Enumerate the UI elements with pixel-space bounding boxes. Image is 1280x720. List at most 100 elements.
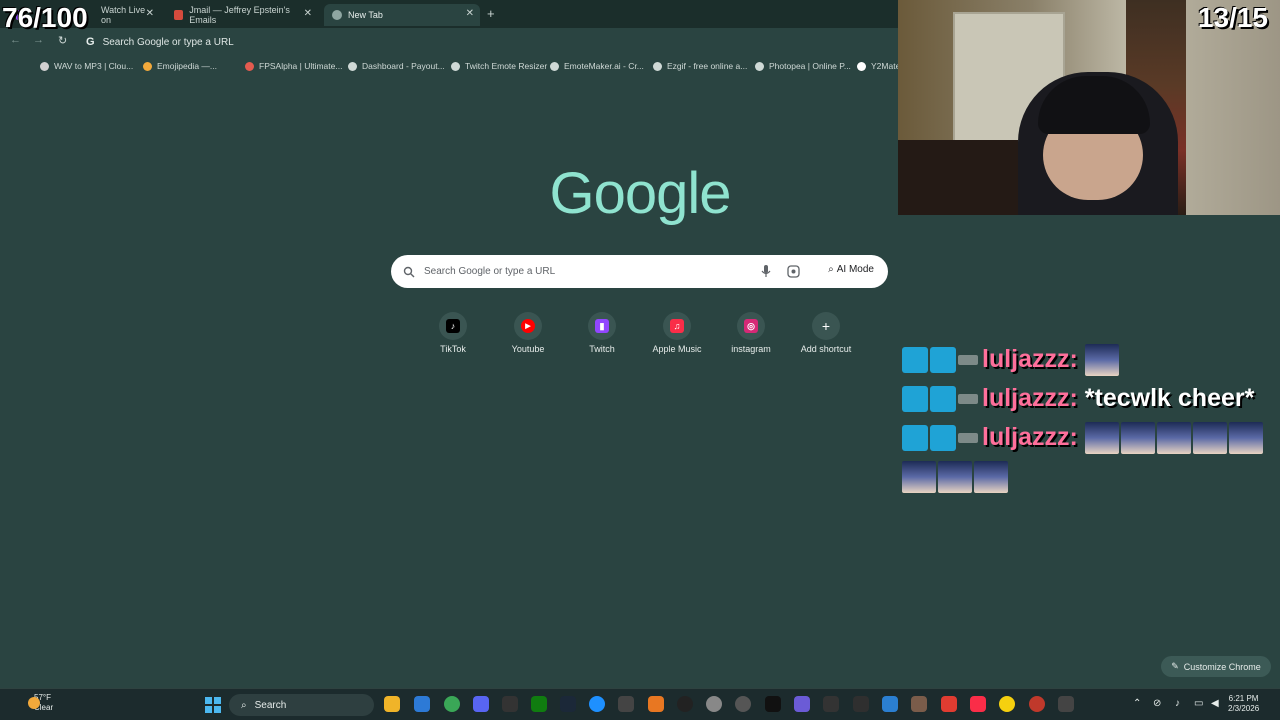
obs-icon[interactable] (677, 696, 693, 712)
bookmark-label: Emojipedia —... (157, 61, 217, 71)
chat-badges (902, 386, 978, 413)
shortcut-label: Youtube (511, 344, 545, 354)
game-icon[interactable] (911, 696, 927, 712)
app-icon[interactable] (1058, 696, 1074, 712)
shortcut-apple-music[interactable]: ♫ Apple Music (640, 312, 714, 354)
twitch-icon: ▮ (595, 319, 609, 333)
chat-message: luljazzz: *tecwlk cheer* (902, 379, 1277, 418)
chevron-up-icon[interactable]: ⌃ (1133, 698, 1141, 709)
discord-icon[interactable] (473, 696, 489, 712)
google-lens-icon[interactable] (787, 265, 800, 278)
valorant-icon[interactable] (1029, 696, 1045, 712)
address-bar[interactable]: G Search Google or type a URL (80, 31, 892, 53)
chat-username: luljazzz: (982, 384, 1078, 412)
bookmark-item[interactable]: Photopea | Online P... (755, 61, 851, 71)
app-icon[interactable] (648, 696, 664, 712)
bookmark-icon (348, 61, 357, 71)
ntp-search-box[interactable]: ⌕ AI Mode (391, 255, 888, 288)
bookmark-item[interactable]: Y2Mate (857, 61, 900, 71)
bookmark-item[interactable]: FPSAlpha | Ultimate... (245, 61, 342, 71)
ntp-search-input[interactable] (424, 266, 744, 277)
network-icon[interactable]: ⊘ (1153, 698, 1161, 709)
chat-username: luljazzz: (982, 423, 1078, 451)
taskbar-clock[interactable]: 6:21 PM 2/3/2026 (1228, 694, 1259, 714)
store-icon[interactable] (414, 696, 430, 712)
shortcut-instagram[interactable]: ◎ instagram (714, 312, 788, 354)
subscriber-badge-icon (930, 347, 956, 374)
bookmark-item[interactable]: Dashboard - Payout... (348, 61, 445, 71)
customize-chrome-label: Customize Chrome (1183, 661, 1261, 672)
smiley-app-icon[interactable] (999, 696, 1015, 712)
ai-mode-label: AI Mode (836, 264, 874, 275)
capcut-icon[interactable] (765, 696, 781, 712)
shortcut-twitch[interactable]: ▮ Twitch (565, 312, 639, 354)
bookmark-item[interactable]: Twitch Emote Resizer (451, 61, 547, 71)
tab-title: Watch Live on (101, 5, 146, 25)
clock-date: 2/3/2026 (1228, 704, 1260, 713)
file-explorer-icon[interactable] (384, 696, 400, 712)
chrome-icon[interactable] (444, 696, 460, 712)
tab-jmail[interactable]: Jmail — Jeffrey Epstein's Emails ✕ (166, 4, 318, 26)
bookmark-item[interactable]: EmoteMaker.ai - Cr... (550, 61, 644, 71)
taskbar-search[interactable]: ⌕ Search (229, 694, 374, 716)
apple-music-icon[interactable] (970, 696, 986, 712)
minecraft-icon[interactable] (618, 696, 634, 712)
reload-button[interactable]: ↻ (58, 34, 67, 47)
forward-button[interactable]: → (33, 34, 44, 46)
browser-icon[interactable] (589, 696, 605, 712)
bookmark-icon (550, 61, 559, 71)
tiktok-icon: ♪ (446, 319, 460, 333)
shortcut-tiktok[interactable]: ♪ TikTok (416, 312, 490, 354)
tab-strip: Watch Live on ✕ Jmail — Jeffrey Epstein'… (0, 0, 898, 28)
display-icon[interactable]: ▭ (1194, 698, 1203, 709)
tab-title: Jmail — Jeffrey Epstein's Emails (189, 5, 290, 25)
xbox-icon[interactable] (531, 696, 547, 712)
epic-games-icon[interactable] (502, 696, 518, 712)
shortcut-youtube[interactable]: ▶ Youtube (491, 312, 565, 354)
settings-icon[interactable] (706, 696, 722, 712)
capture-icon[interactable] (853, 696, 869, 712)
shortcut-label: Twitch (589, 344, 615, 354)
address-bar-text: Search Google or type a URL (102, 36, 234, 48)
counter-right: 13/15 (1197, 2, 1268, 33)
browser-toolbar: ← → ↻ G Search Google or type a URL (0, 28, 898, 56)
ai-mode-icon: ⌕ (828, 264, 834, 275)
bookmark-item[interactable]: WAV to MP3 | Clou... (40, 61, 133, 71)
google-logo: Google (549, 161, 731, 226)
volume-icon[interactable]: ◀ (1211, 698, 1219, 709)
steam-icon[interactable] (560, 696, 576, 712)
bookmarks-bar: WAV to MP3 | Clou... Emojipedia —... FPS… (0, 56, 900, 78)
search-icon (403, 266, 415, 277)
microphone-icon[interactable] (761, 265, 771, 278)
new-tab-button[interactable]: + (487, 6, 495, 21)
chat-emote (1084, 422, 1119, 455)
customize-chrome-button[interactable]: ✎ Customize Chrome (1161, 656, 1271, 677)
close-tab-icon[interactable]: ✕ (466, 8, 474, 19)
grid-app-icon[interactable] (794, 696, 810, 712)
red-app-icon[interactable] (941, 696, 957, 712)
tab-new-tab[interactable]: New Tab ✕ (324, 4, 480, 26)
microphone-icon[interactable]: ♪ (1175, 698, 1180, 709)
taskbar-search-label: Search (254, 699, 287, 711)
goat-badge-icon (958, 355, 978, 366)
close-tab-icon[interactable]: ✕ (304, 8, 312, 19)
ai-mode-button[interactable]: ⌕ AI Mode (828, 264, 874, 275)
chat-emote (974, 461, 1008, 494)
steelseries-icon[interactable] (735, 696, 751, 712)
ok-app-icon[interactable] (823, 696, 839, 712)
pencil-icon: ✎ (1171, 661, 1179, 671)
bookmark-label: FPSAlpha | Ultimate... (259, 61, 343, 71)
back-button[interactable]: ← (10, 34, 21, 46)
chat-username: luljazzz: (982, 345, 1078, 373)
weather-widget[interactable]: 57°F Clear (18, 693, 53, 713)
bookmark-item[interactable]: Emojipedia —... (143, 61, 217, 71)
windows-start-icon[interactable] (205, 697, 221, 713)
edge-icon[interactable] (882, 696, 898, 712)
close-tab-icon[interactable]: ✕ (146, 8, 154, 19)
subscriber-badge-icon (930, 386, 956, 413)
bookmark-icon (143, 61, 152, 71)
shortcut-add[interactable]: + Add shortcut (789, 312, 863, 354)
goat-badge-icon (958, 394, 978, 405)
apple-music-icon: ♫ (670, 319, 684, 333)
bookmark-item[interactable]: Ezgif - free online a... (653, 61, 747, 71)
